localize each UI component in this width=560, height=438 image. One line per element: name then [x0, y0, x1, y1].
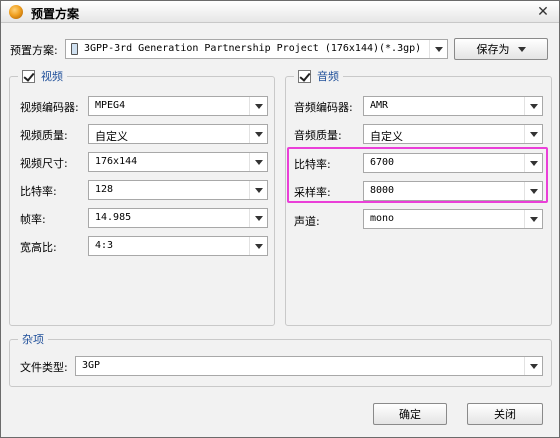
video-enable-checkbox[interactable]: [22, 69, 35, 83]
app-logo-icon: [9, 5, 23, 19]
audio-codec-value: AMR: [370, 100, 389, 111]
audio-enable-checkbox[interactable]: [298, 69, 311, 83]
preset-select[interactable]: 3GPP-3rd Generation Partnership Project …: [65, 39, 448, 59]
video-quality-value: 自定义: [95, 130, 128, 143]
video-legend: 视频: [18, 68, 67, 84]
preset-value: 3GPP-3rd Generation Partnership Project …: [84, 43, 422, 54]
video-legend-label: 视频: [41, 70, 63, 83]
title-bar: 预置方案 ✕: [1, 1, 559, 23]
file-type-label: 文件类型:: [20, 361, 68, 374]
misc-legend-label: 杂项: [22, 333, 44, 346]
close-window-icon[interactable]: ✕: [534, 3, 552, 21]
chevron-down-icon: [249, 97, 267, 115]
close-label: 关闭: [494, 408, 516, 421]
phone-icon: [71, 43, 78, 55]
video-framerate-select[interactable]: 14.985: [88, 208, 268, 228]
video-field-label: 帧率:: [20, 213, 46, 226]
highlight-box: [287, 147, 548, 203]
video-bitrate-select[interactable]: 128: [88, 180, 268, 200]
chevron-down-icon: [249, 209, 267, 227]
chevron-down-icon: [524, 97, 542, 115]
audio-codec-select[interactable]: AMR: [363, 96, 543, 116]
video-codec-select[interactable]: MPEG4: [88, 96, 268, 116]
video-field-label: 视频质量:: [20, 129, 68, 142]
audio-quality-select[interactable]: 自定义: [363, 124, 543, 144]
video-aspect-value: 4:3: [95, 240, 114, 251]
save-as-button[interactable]: 保存为: [454, 38, 548, 60]
audio-quality-value: 自定义: [370, 130, 403, 143]
audio-legend-label: 音频: [317, 70, 339, 83]
file-type-select[interactable]: 3GP: [75, 356, 543, 376]
video-codec-value: MPEG4: [95, 100, 126, 111]
dropdown-arrow-icon: [517, 46, 526, 52]
video-field-label: 比特率:: [20, 185, 57, 198]
chevron-down-icon: [524, 125, 542, 143]
chevron-down-icon: [524, 210, 542, 228]
audio-legend: 音频: [294, 68, 343, 84]
chevron-down-icon: [249, 181, 267, 199]
file-type-value: 3GP: [82, 360, 101, 371]
chevron-down-icon: [524, 357, 542, 375]
video-framerate-value: 14.985: [95, 212, 132, 223]
video-bitrate-value: 128: [95, 184, 114, 195]
audio-field-label: 音频编码器:: [294, 101, 353, 114]
video-quality-select[interactable]: 自定义: [88, 124, 268, 144]
window-title: 预置方案: [31, 7, 80, 21]
video-field-label: 宽高比:: [20, 241, 57, 254]
audio-field-label: 声道:: [294, 215, 320, 228]
video-field-label: 视频尺寸:: [20, 157, 68, 170]
chevron-down-icon: [249, 125, 267, 143]
video-field-label: 视频编码器:: [20, 101, 79, 114]
ok-label: 确定: [399, 408, 421, 421]
chevron-down-icon: [249, 153, 267, 171]
audio-field-label: 音频质量:: [294, 129, 342, 142]
video-aspect-select[interactable]: 4:3: [88, 236, 268, 256]
preset-dialog: 预置方案 ✕ 预置方案: 3GPP-3rd Generation Partner…: [0, 0, 560, 438]
audio-channel-select[interactable]: mono: [363, 209, 543, 229]
video-size-value: 176x144: [95, 156, 138, 167]
video-size-select[interactable]: 176x144: [88, 152, 268, 172]
chevron-down-icon: [429, 40, 447, 58]
save-as-label: 保存为: [476, 43, 510, 56]
preset-label: 预置方案:: [10, 44, 58, 57]
chevron-down-icon: [249, 237, 267, 255]
close-button[interactable]: 关闭: [467, 403, 543, 425]
audio-channel-value: mono: [370, 213, 395, 224]
misc-legend: 杂项: [18, 331, 48, 347]
ok-button[interactable]: 确定: [373, 403, 447, 425]
